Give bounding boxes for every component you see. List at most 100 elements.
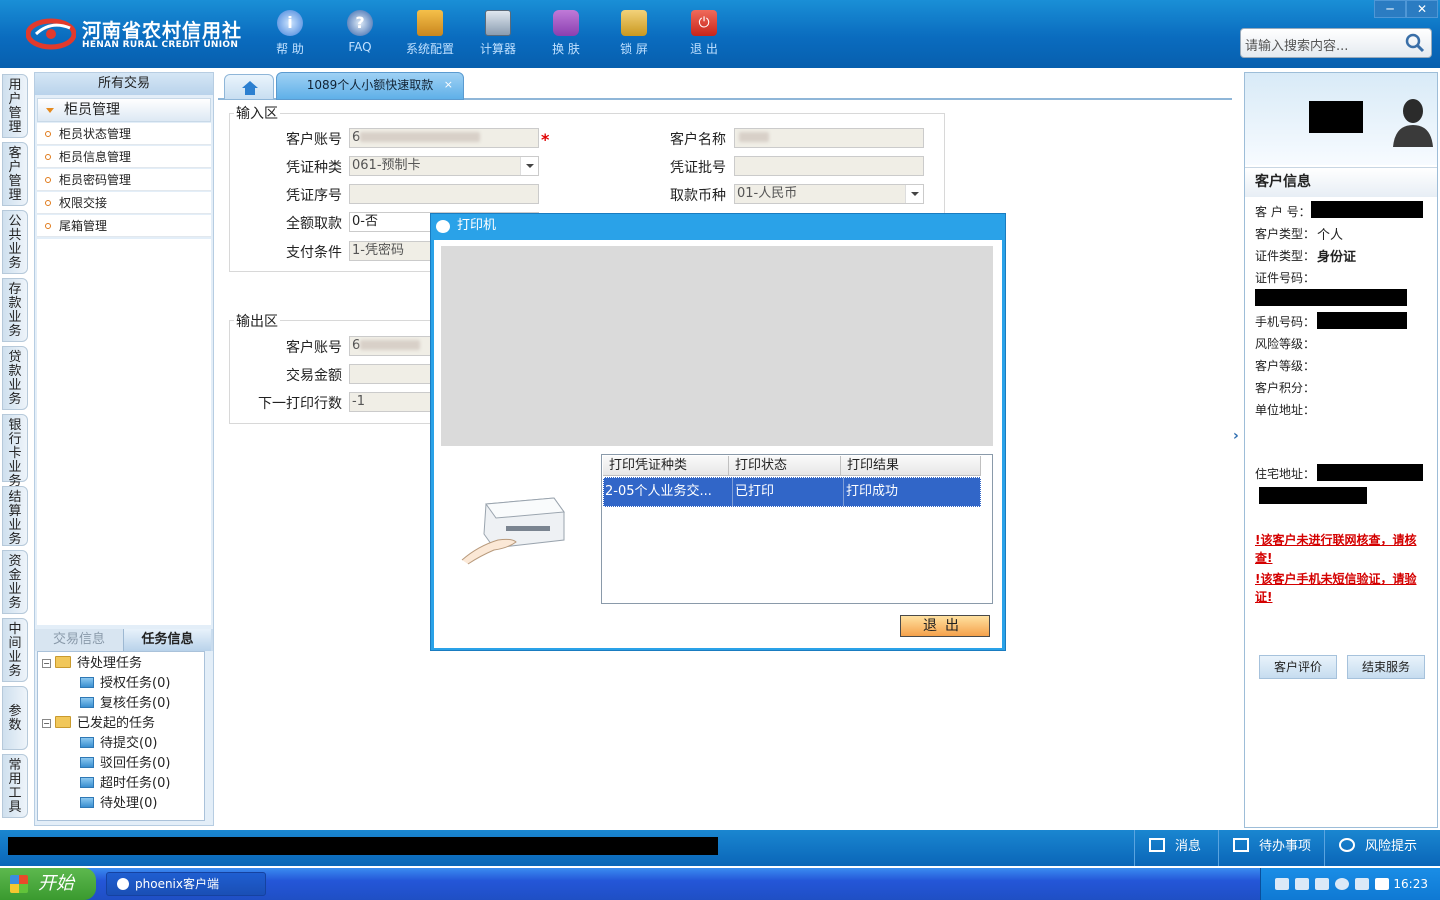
collapse-icon[interactable]: −	[42, 719, 51, 728]
voucher-batch-label: 凭证批号	[670, 160, 726, 176]
search-input[interactable]: 请输入搜索内容...	[1240, 28, 1432, 58]
phone-label: 手机号码：	[1255, 315, 1316, 329]
tree-node-to-submit[interactable]: 待提交(0)	[80, 734, 157, 754]
vtab-customer-mgmt[interactable]: 客户管理	[2, 142, 28, 206]
menu-item-teller-info[interactable]: 柜员信息管理	[37, 146, 211, 168]
vtab-user-mgmt[interactable]: 用户管理	[2, 74, 28, 138]
vtab-public-business[interactable]: 公共业务	[2, 210, 28, 274]
close-tab-icon[interactable]: ×	[444, 73, 453, 97]
task-folder-icon	[80, 757, 94, 768]
menu-item-permission-handover[interactable]: 权限交接	[37, 192, 211, 214]
cell-print-result: 打印成功	[843, 478, 898, 506]
customer-name-input[interactable]	[734, 128, 924, 148]
customer-info-panel: 客户信息 客 户 号： 客户类型： 个人 证件类型： 身份证 证件号码： 手机号…	[1244, 72, 1438, 828]
skin-button[interactable]: 换 肤	[536, 8, 596, 64]
search-placeholder: 请输入搜索内容...	[1245, 39, 1349, 54]
antivirus-icon[interactable]	[1315, 878, 1329, 890]
voucher-batch-input[interactable]	[734, 156, 924, 176]
folder-open-icon	[55, 656, 71, 668]
voucher-type-value: 061-预制卡	[352, 158, 421, 173]
group-label: 柜员管理	[64, 102, 120, 118]
customer-type-value: 个人	[1317, 228, 1344, 243]
printer-app-icon	[436, 220, 450, 233]
back-arrow-icon[interactable]	[1335, 878, 1349, 890]
taskbar-app-phoenix[interactable]: phoenix客户端	[106, 872, 266, 896]
messages-button[interactable]: 消息	[1134, 830, 1218, 866]
menu-item-label: 权限交接	[59, 196, 108, 210]
col-header-voucher-type[interactable]: 打印凭证种类	[603, 456, 729, 476]
chevron-down-icon[interactable]	[520, 157, 538, 175]
keyboard-icon[interactable]	[1275, 878, 1289, 890]
settings-button[interactable]: 系统配置	[400, 8, 460, 64]
dialog-exit-button[interactable]: 退出	[900, 615, 990, 637]
tree-node-initiated[interactable]: − 已发起的任务	[42, 714, 155, 734]
end-service-button[interactable]: 结束服务	[1347, 655, 1425, 679]
minimize-button[interactable]: ─	[1374, 0, 1406, 18]
voucher-type-select[interactable]: 061-预制卡	[349, 156, 539, 176]
bullet-icon	[45, 131, 51, 137]
redacted-home-address	[1317, 464, 1423, 481]
menu-item-teller-status[interactable]: 柜员状态管理	[37, 123, 211, 145]
bullet-icon	[45, 177, 51, 183]
close-window-button[interactable]: ✕	[1406, 0, 1438, 18]
start-button[interactable]: 开始	[0, 868, 96, 900]
vtab-settlement[interactable]: 结算业务	[2, 486, 28, 547]
vtab-intermediate[interactable]: 中间业务	[2, 618, 28, 682]
col-header-print-result[interactable]: 打印结果	[841, 456, 981, 476]
tab-transaction-info[interactable]: 交易信息	[35, 629, 123, 651]
full-withdraw-value: 0-否	[352, 214, 378, 229]
account-input[interactable]: 6	[349, 128, 539, 148]
table-row[interactable]: 2-05个人业务交... 已打印 打印成功	[603, 477, 981, 507]
calculator-label: 计算器	[479, 42, 516, 56]
dialog-titlebar[interactable]: 打印机	[431, 214, 1005, 238]
col-header-print-status[interactable]: 打印状态	[729, 456, 841, 476]
collapse-right-panel-icon[interactable]: ›	[1233, 428, 1241, 468]
collapse-icon[interactable]: −	[42, 659, 51, 668]
group-teller-mgmt[interactable]: 柜员管理	[37, 98, 211, 122]
vtab-funds[interactable]: 资金业务	[2, 550, 28, 614]
tree-node-timeout[interactable]: 超时任务(0)	[80, 774, 170, 794]
tree-node-review[interactable]: 复核任务(0)	[80, 694, 170, 714]
vtab-params[interactable]: 参数	[2, 686, 28, 750]
vtab-deposit[interactable]: 存款业务	[2, 278, 28, 342]
search-icon[interactable]	[1405, 33, 1425, 53]
calculator-button[interactable]: 计算器	[468, 8, 528, 64]
tree-node-to-process[interactable]: 待处理(0)	[80, 794, 157, 814]
tree-node-auth[interactable]: 授权任务(0)	[80, 674, 170, 694]
chevron-down-icon[interactable]	[905, 185, 923, 203]
vtab-bank-card[interactable]: 银行卡业务	[2, 414, 28, 489]
help-button[interactable]: i 帮 助	[260, 8, 320, 64]
tab-home[interactable]	[224, 74, 274, 100]
tab-task-info[interactable]: 任务信息	[123, 629, 211, 651]
menu-item-tail-box[interactable]: 尾箱管理	[37, 215, 211, 237]
tree-node-label: 驳回任务(0)	[100, 756, 171, 771]
tree-node-label: 待提交(0)	[100, 736, 158, 751]
voucher-seq-input[interactable]	[349, 184, 539, 204]
risk-alert-button[interactable]: 风险提示	[1324, 830, 1440, 866]
pay-condition-value: 1-凭密码	[352, 243, 404, 258]
menu-item-teller-password[interactable]: 柜员密码管理	[37, 169, 211, 191]
cell-print-status: 已打印	[732, 478, 774, 506]
customer-info-title: 客户信息	[1245, 167, 1437, 197]
expand-triangle-icon	[46, 108, 54, 113]
exit-app-button[interactable]: ⏻ 退 出	[674, 8, 734, 64]
tree-node-pending[interactable]: − 待处理任务	[42, 654, 142, 674]
dialog-body: 打印凭证种类 打印状态 打印结果 2-05个人业务交... 已打印 打印成功 退…	[434, 240, 1002, 648]
faq-button[interactable]: ? FAQ	[330, 8, 390, 64]
customer-evaluation-button[interactable]: 客户评价	[1259, 655, 1337, 679]
tree-node-rejected[interactable]: 驳回任务(0)	[80, 754, 170, 774]
ime-icon[interactable]	[1375, 878, 1389, 890]
warning-sms-verify[interactable]: !该客户手机未短信验证，请验证!	[1255, 570, 1433, 606]
currency-select[interactable]: 01-人民币	[734, 184, 924, 204]
task-folder-icon	[80, 737, 94, 748]
tab-quick-withdrawal[interactable]: 1089个人小额快速取款 ×	[276, 72, 464, 100]
warning-network-check[interactable]: !该客户未进行联网核查，请核查!	[1255, 531, 1433, 567]
vtab-loan[interactable]: 贷款业务	[2, 346, 28, 410]
todo-button[interactable]: 待办事项	[1218, 830, 1324, 866]
tab-label: 1089个人小额快速取款	[306, 78, 434, 92]
help-tray-icon[interactable]	[1295, 878, 1309, 890]
lock-button[interactable]: 锁 屏	[604, 8, 664, 64]
vtab-tools[interactable]: 常用工具	[2, 754, 28, 818]
network-icon[interactable]	[1355, 878, 1369, 890]
start-label: 开始	[38, 873, 74, 893]
